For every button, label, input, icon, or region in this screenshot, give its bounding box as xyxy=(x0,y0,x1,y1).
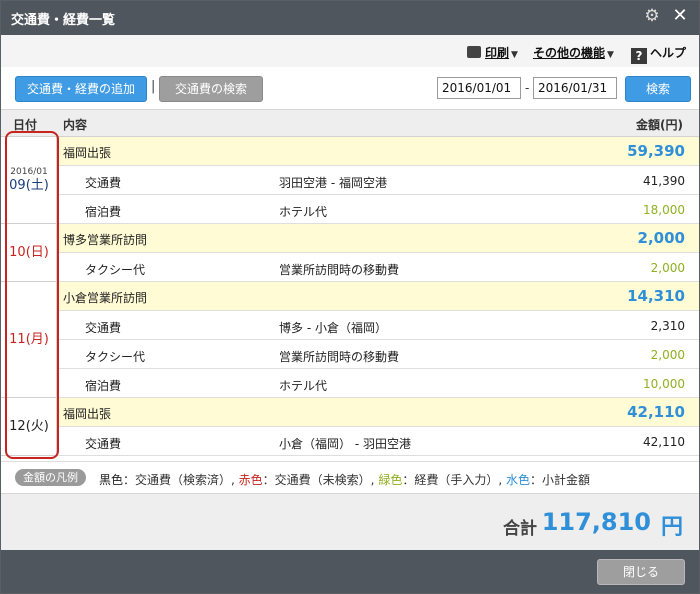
date-day: 11(月) xyxy=(9,332,49,347)
expense-category: タクシー代 xyxy=(85,350,146,364)
expense-category: 交通費 xyxy=(85,437,122,451)
group-amount: 2,000 xyxy=(637,229,685,247)
group-row[interactable]: 博多営業所訪問 2,000 xyxy=(57,224,699,253)
legend-part: ：交通費（未検索）, xyxy=(262,473,379,487)
expense-amount: 2,000 xyxy=(650,348,685,362)
expense-description: 小倉（福岡） - 羽田空港 xyxy=(279,437,411,451)
header-amount: 金額(円) xyxy=(636,118,683,132)
group-amount: 59,390 xyxy=(627,142,685,160)
help-icon: ? xyxy=(631,48,647,64)
legend-part: ：小計金額 xyxy=(529,473,590,487)
help-menu-label: ヘルプ xyxy=(650,46,687,60)
print-menu[interactable]: 印刷 ▼ xyxy=(467,44,518,61)
legend-text: 黒色：交通費（検索済）, 赤色：交通費（未検索）, 緑色：経費（手入力）, 水色… xyxy=(99,471,590,488)
footer-bar: 閉じる xyxy=(1,550,699,593)
expense-description: 博多 - 小倉（福岡） xyxy=(279,321,387,335)
expense-amount: 41,390 xyxy=(643,174,685,188)
expense-window: 交通費・経費一覧 ⚙ ✕ 印刷 ▼ その他の機能 ▼ ? ヘルプ 交通費・経費の追加 … xyxy=(0,0,700,594)
expense-description: 羽田空港 - 福岡空港 xyxy=(279,176,387,190)
legend-part: 緑色 xyxy=(378,473,403,487)
help-menu[interactable]: ? ヘルプ xyxy=(631,44,686,64)
table-header: 日付 内容 金額(円) xyxy=(1,110,699,137)
expense-row[interactable]: 交通費 羽田空港 - 福岡空港 41,390 xyxy=(57,166,699,195)
group-name: 小倉営業所訪問 xyxy=(63,291,148,305)
date-to-input[interactable] xyxy=(533,77,617,99)
group-amount: 42,110 xyxy=(627,403,685,421)
date-cell: 10(日) xyxy=(1,224,57,282)
gear-icon[interactable]: ⚙ xyxy=(643,7,661,25)
toolbar-separator: | xyxy=(151,79,156,94)
other-functions-label: その他の機能 xyxy=(533,46,606,60)
expense-row[interactable]: 宿泊費 ホテル代 10,000 xyxy=(57,369,699,398)
expense-description: 営業所訪問時の移動費 xyxy=(279,263,400,277)
group-row[interactable]: 小倉営業所訪問 14,310 xyxy=(57,282,699,311)
group-row[interactable]: 福岡出張 42,110 xyxy=(57,398,699,427)
expense-category: 交通費 xyxy=(85,321,122,335)
title-bar: 交通費・経費一覧 ⚙ ✕ xyxy=(1,1,699,35)
expense-row[interactable]: 交通費 博多 - 小倉（福岡） 2,310 xyxy=(57,311,699,340)
printer-icon xyxy=(467,46,481,58)
legend-badge: 金額の凡例 xyxy=(15,469,86,486)
total-unit: 円 xyxy=(660,515,683,540)
total-label: 合計 xyxy=(503,519,537,539)
amount-legend: 金額の凡例 黒色：交通費（検索済）, 赤色：交通費（未検索）, 緑色：経費（手入… xyxy=(1,461,699,492)
search-button[interactable]: 検索 xyxy=(625,76,691,102)
search-transport-button[interactable]: 交通費の検索 xyxy=(159,76,263,102)
expense-category: 宿泊費 xyxy=(85,205,122,219)
legend-part: ：経費（手入力）, xyxy=(402,473,506,487)
expense-description: ホテル代 xyxy=(279,379,328,393)
menu-bar: 印刷 ▼ その他の機能 ▼ ? ヘルプ xyxy=(1,35,699,67)
legend-part: 黒色 xyxy=(99,473,124,487)
chevron-down-icon: ▼ xyxy=(511,50,518,60)
date-day: 10(日) xyxy=(9,245,49,260)
date-range-dash: - xyxy=(525,81,530,95)
date-day: 12(火) xyxy=(9,419,49,434)
group-name: 福岡出張 xyxy=(63,146,112,160)
total-value: 117,810 xyxy=(541,508,651,536)
header-content: 内容 xyxy=(63,118,88,132)
close-icon[interactable]: ✕ xyxy=(671,6,689,26)
legend-part: 水色 xyxy=(505,473,530,487)
legend-part: ：交通費（検索済）, xyxy=(123,473,239,487)
expense-amount: 2,310 xyxy=(650,319,685,333)
close-button[interactable]: 閉じる xyxy=(597,559,685,585)
header-date: 日付 xyxy=(13,118,38,132)
expense-description: ホテル代 xyxy=(279,205,328,219)
expense-category: 宿泊費 xyxy=(85,379,122,393)
window-title: 交通費・経費一覧 xyxy=(11,13,116,28)
date-from-input[interactable] xyxy=(437,77,521,99)
date-day: 09(土) xyxy=(9,178,49,193)
expense-row[interactable]: タクシー代 営業所訪問時の移動費 2,000 xyxy=(57,253,699,282)
total-bar: 合計 117,810 円 xyxy=(1,493,699,550)
expense-description: 営業所訪問時の移動費 xyxy=(279,350,400,364)
legend-part: 赤色 xyxy=(238,473,263,487)
expense-row[interactable]: 宿泊費 ホテル代 18,000 xyxy=(57,195,699,224)
expense-category: タクシー代 xyxy=(85,263,146,277)
date-year-month: 2016/01 xyxy=(10,167,48,177)
expense-row[interactable]: タクシー代 営業所訪問時の移動費 2,000 xyxy=(57,340,699,369)
date-cell: 11(月) xyxy=(1,282,57,398)
group-name: 福岡出張 xyxy=(63,407,112,421)
expense-amount: 2,000 xyxy=(650,261,685,275)
expense-category: 交通費 xyxy=(85,176,122,190)
group-name: 博多営業所訪問 xyxy=(63,233,148,247)
expense-amount: 42,110 xyxy=(643,435,685,449)
chevron-down-icon: ▼ xyxy=(607,50,614,60)
group-row[interactable]: 福岡出張 59,390 xyxy=(57,137,699,166)
add-expense-button[interactable]: 交通費・経費の追加 xyxy=(15,76,147,102)
expense-amount: 18,000 xyxy=(643,203,685,217)
other-functions-menu[interactable]: その他の機能 ▼ xyxy=(533,44,614,61)
print-menu-label: 印刷 xyxy=(485,46,510,60)
date-cell: 12(火) xyxy=(1,398,57,456)
group-amount: 14,310 xyxy=(627,287,685,305)
expense-row[interactable]: 交通費 小倉（福岡） - 羽田空港 42,110 xyxy=(57,427,699,456)
toolbar: 交通費・経費の追加 | 交通費の検索 - 検索 xyxy=(1,67,699,110)
date-cell: 2016/01 09(土) xyxy=(1,137,57,224)
expense-amount: 10,000 xyxy=(643,377,685,391)
